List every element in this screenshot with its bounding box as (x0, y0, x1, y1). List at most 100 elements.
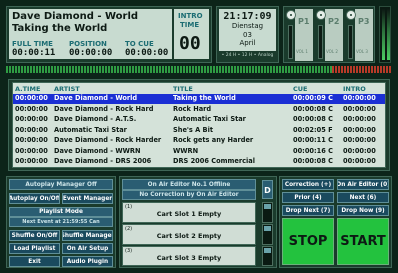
row-cue: 00:00:16 C (293, 146, 333, 155)
on-air-setup-button[interactable]: On Air Setup (62, 243, 113, 254)
drop-now-button[interactable]: Drop Now (9) (337, 205, 389, 216)
player-2-reel-icon (316, 10, 326, 20)
event-manager-button[interactable]: Event Manager (62, 193, 113, 204)
cart-slot-3[interactable]: (3) Cart Slot 3 Empty (122, 246, 256, 266)
full-time-label: FULL TIME (12, 40, 53, 48)
row-cue: 00:00:11 C (293, 136, 333, 144)
table-row[interactable]: 00:00:00 Dave Diamond - WWRN WWRN 00:00:… (13, 147, 385, 157)
correction-button[interactable]: Correction (+) (282, 179, 334, 190)
row-intro: 00:00:00 (343, 94, 376, 102)
player-1-reel-icon (286, 10, 296, 20)
playlist-mode-button[interactable]: Playlist Mode (9, 207, 113, 217)
clock-mode-options[interactable]: • 24 H • 12 H • Analog (219, 53, 276, 58)
row-cue: 00:00:09 C (293, 94, 333, 102)
row-atime: 00:00:00 (15, 115, 48, 123)
col-header-intro[interactable]: INTRO (343, 85, 366, 93)
row-atime: 00:00:00 (15, 104, 48, 113)
player-2-vol-label: VOL 2 (326, 49, 338, 54)
clock-time: 21:17:09 (223, 11, 272, 22)
to-cue-value: 00:00:00 (125, 48, 169, 58)
cart-slot-1[interactable]: (1) Cart Slot 1 Empty (122, 202, 256, 223)
master-vu-meter (379, 6, 391, 63)
playlist-table[interactable]: A.TIME ARTIST TITLE CUE INTRO 00:00:00 D… (12, 82, 386, 168)
player-2-volume-slider[interactable] (318, 25, 323, 59)
prior-button[interactable]: Prior (4) (282, 192, 334, 203)
now-playing-display: Dave Diamond - World Taking the World FU… (9, 9, 172, 59)
next-button[interactable]: Next (6) (337, 192, 389, 203)
table-row[interactable]: 00:00:00 Dave Diamond - Rock Hard Rock H… (13, 105, 385, 115)
player-3-label: P3 (358, 17, 370, 26)
row-title: WWRN (173, 146, 199, 155)
stop-button[interactable]: STOP (282, 218, 334, 265)
position-value: 00:00:00 (69, 48, 113, 58)
row-intro: 00:00:00 (343, 157, 376, 165)
row-artist: Dave Diamond - Rock Harder (54, 136, 162, 144)
row-artist: Dave Diamond - World (54, 94, 138, 102)
row-atime: 00:00:00 (15, 157, 48, 165)
shuffle-manager-button[interactable]: Shuffle Manager (62, 230, 113, 241)
exit-button[interactable]: Exit (9, 256, 60, 267)
table-row[interactable]: 00:00:00 Dave Diamond - Rock Harder Rock… (13, 136, 385, 146)
player-2: P2 VOL 2 (316, 9, 344, 61)
col-header-cue[interactable]: CUE (293, 85, 308, 93)
row-cue: 00:02:05 F (293, 125, 333, 134)
row-cue: 00:00:08 C (293, 115, 333, 123)
player-3-display: P3 VOL 3 (355, 9, 373, 61)
table-row[interactable]: 00:00:00 Dave Diamond - A.T.S. Automatic… (13, 115, 385, 125)
audio-plugin-button[interactable]: Audio Plugin (62, 256, 113, 267)
row-cue: 00:00:08 C (293, 157, 333, 165)
table-row[interactable]: 00:00:00 Dave Diamond - DRS 2006 DRS 200… (13, 157, 385, 167)
autoplay-onoff-button[interactable]: Autoplay On/Off (9, 193, 60, 204)
player-3: P3 VOL 3 (346, 9, 374, 61)
intro-label: INTRO (178, 12, 203, 20)
start-button[interactable]: START (337, 218, 389, 265)
col-header-atime[interactable]: A.TIME (15, 85, 40, 93)
player-3-vol-label: VOL 3 (356, 49, 368, 54)
row-artist: Dave Diamond - A.T.S. (54, 115, 137, 123)
now-playing-title: Taking the World (12, 23, 108, 34)
row-intro: 00:00:00 (343, 115, 376, 123)
time-label: TIME (180, 21, 200, 29)
row-artist: Dave Diamond - DRS 2006 (54, 157, 152, 165)
row-title: Taking the World (173, 94, 236, 102)
player-1-label: P1 (298, 17, 310, 26)
on-air-editor-button[interactable]: On Air Editor (0) (337, 179, 389, 190)
row-title: DRS 2006 Commercial (173, 157, 255, 165)
row-intro: 00:00:00 (343, 136, 376, 144)
cart-slot-2-label: Cart Slot 2 Empty (156, 232, 222, 240)
cart-slot-1-fader[interactable] (262, 202, 273, 223)
col-header-artist[interactable]: ARTIST (54, 85, 80, 93)
table-row[interactable]: 00:00:00 Automatic Taxi Star She's A Bit… (13, 126, 385, 136)
editor-status: On Air Editor No.1 Offline (122, 179, 256, 190)
player-1-display: P1 VOL 1 (295, 9, 313, 61)
intro-time-display: INTRO TIME 00 (174, 9, 209, 59)
row-atime: 00:00:00 (15, 125, 48, 134)
cart-slot-2[interactable]: (2) Cart Slot 2 Empty (122, 224, 256, 245)
clock-display: 21:17:09 Dienstag 03 April (219, 9, 276, 51)
player-2-label: P2 (328, 17, 340, 26)
row-cue: 00:00:08 C (293, 104, 333, 113)
player-3-volume-slider[interactable] (348, 25, 353, 59)
clock-date: 03 (243, 31, 252, 39)
player-3-reel-icon (346, 10, 356, 20)
d-indicator[interactable]: D (262, 180, 273, 199)
shuffle-onoff-button[interactable]: Shuffle On/Off (9, 230, 60, 241)
row-artist: Dave Diamond - Rock Hard (54, 104, 154, 113)
autoplay-manager-status[interactable]: Autoplay Manager Off (9, 179, 113, 190)
row-atime: 00:00:00 (15, 136, 48, 144)
table-row[interactable]: 00:00:00 Dave Diamond - World Taking the… (13, 94, 385, 104)
row-title: Rock gets any Harder (173, 136, 254, 144)
cart-slot-2-fader[interactable] (262, 224, 273, 245)
load-playlist-button[interactable]: Load Playlist (9, 243, 60, 254)
row-intro: 00:00:00 (343, 125, 376, 134)
drop-next-button[interactable]: Drop Next (7) (282, 205, 334, 216)
cart-slot-3-label: Cart Slot 3 Empty (156, 254, 222, 262)
row-artist: Dave Diamond - WWRN (54, 146, 141, 155)
player-1-volume-slider[interactable] (288, 25, 293, 59)
intro-time-value: 00 (179, 33, 201, 54)
col-header-title[interactable]: TITLE (173, 85, 193, 93)
row-artist: Automatic Taxi Star (54, 125, 127, 134)
cart-slot-3-fader[interactable] (262, 246, 273, 266)
next-event-status: Next Event at 21:59:55 Can (9, 217, 113, 227)
row-atime: 00:00:00 (15, 94, 48, 102)
